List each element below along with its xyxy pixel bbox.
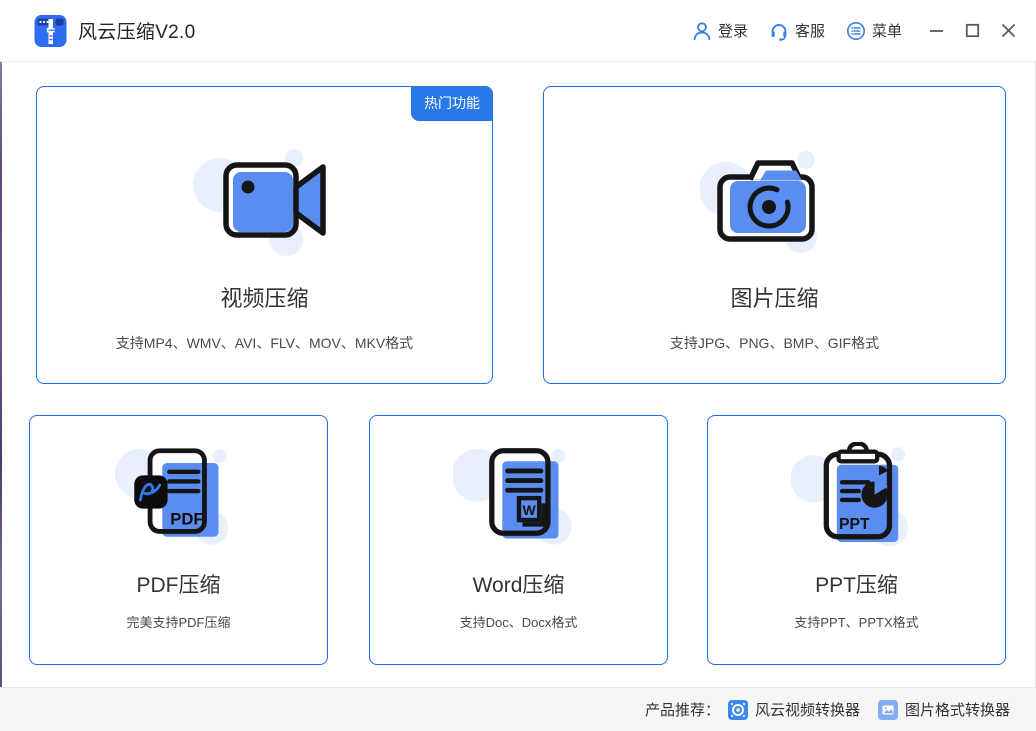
product-link-video-converter[interactable]: 风云视频转换器: [728, 699, 860, 720]
card-title: PDF压缩: [137, 569, 221, 599]
card-title: 视频压缩: [220, 281, 308, 313]
login-label: 登录: [718, 20, 748, 41]
titlebar: 风云压缩V2.0 登录: [0, 0, 1036, 62]
video-camera-icon: [190, 145, 340, 257]
headset-icon: [769, 21, 789, 41]
app-logo-icon: [34, 14, 67, 48]
menu-button[interactable]: 菜单: [846, 20, 902, 41]
ppt-clipboard-icon: PPT: [791, 442, 923, 549]
pdf-document-icon: PDF: [113, 442, 245, 549]
app-title: 风云压缩V2.0: [78, 17, 196, 44]
login-button[interactable]: 登录: [692, 20, 748, 41]
window-controls: [928, 23, 1016, 39]
app-window: 风云压缩V2.0 登录: [0, 0, 1036, 731]
maximize-icon[interactable]: [964, 23, 980, 39]
card-subtitle: 支持MP4、WMV、AVI、FLV、MOV、MKV格式: [116, 333, 413, 353]
card-subtitle: 支持JPG、PNG、BMP、GIF格式: [670, 333, 879, 353]
card-pdf-compress[interactable]: PDF PDF压缩 完美支持PDF压缩: [29, 415, 328, 665]
pdf-file-label: PDF: [170, 509, 203, 528]
card-subtitle: 支持Doc、Docx格式: [460, 612, 578, 631]
video-converter-icon: [728, 700, 748, 720]
menu-label: 菜单: [872, 20, 902, 41]
card-word-compress[interactable]: W Word压缩 支持Doc、Docx格式: [369, 415, 668, 665]
card-ppt-compress[interactable]: PPT PPT压缩 支持PPT、PPTX格式: [707, 415, 1006, 665]
product-link-label: 风云视频转换器: [755, 699, 860, 720]
product-link-image-converter[interactable]: 图片格式转换器: [878, 699, 1010, 720]
card-subtitle: 完美支持PDF压缩: [126, 612, 230, 631]
card-title: Word压缩: [473, 569, 565, 599]
camera-icon: [700, 145, 850, 257]
ppt-file-label: PPT: [839, 516, 870, 533]
card-subtitle: 支持PPT、PPTX格式: [794, 612, 918, 631]
card-video-compress[interactable]: 热门功能 视频压缩 支持MP4、WMV、AVI、FLV、MOV、MKV格式: [36, 86, 493, 384]
word-document-icon: W: [453, 442, 585, 549]
close-icon[interactable]: [1000, 23, 1016, 39]
user-icon: [692, 21, 712, 41]
menu-icon: [846, 21, 866, 41]
support-button[interactable]: 客服: [769, 20, 825, 41]
footer-bar: 产品推荐： 风云视频转换器: [0, 687, 1036, 731]
background-window-artifact-left: [0, 54, 2, 731]
image-converter-icon: [878, 700, 898, 720]
support-label: 客服: [795, 20, 825, 41]
minimize-icon[interactable]: [928, 23, 944, 39]
card-image-compress[interactable]: 图片压缩 支持JPG、PNG、BMP、GIF格式: [543, 86, 1006, 384]
card-title: PPT压缩: [815, 569, 898, 599]
product-link-label: 图片格式转换器: [905, 699, 1010, 720]
word-file-label: W: [522, 502, 536, 518]
card-title: 图片压缩: [730, 281, 818, 313]
hot-feature-badge: 热门功能: [411, 86, 493, 121]
product-recommendation-label: 产品推荐：: [645, 699, 720, 720]
